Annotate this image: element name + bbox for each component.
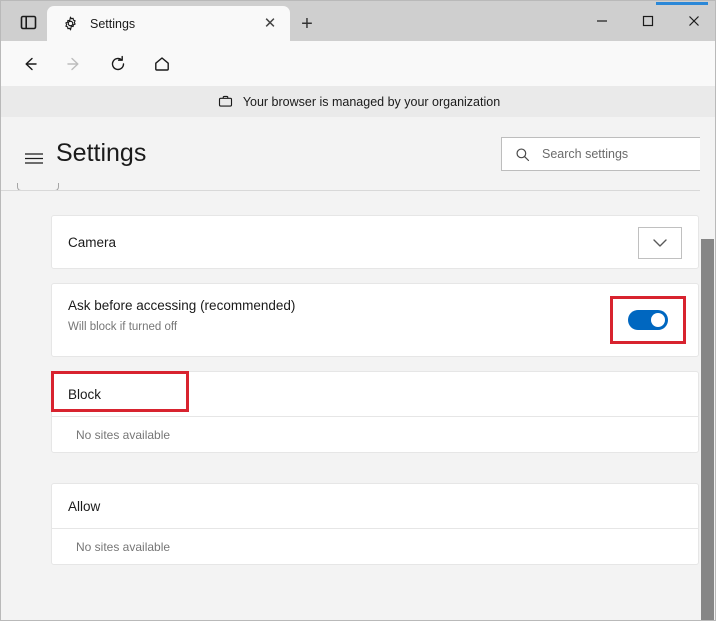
edge-browser-window: Settings ✕ + Your browser is managed by … bbox=[0, 0, 716, 621]
tab-actions-icon[interactable] bbox=[13, 9, 43, 35]
vertical-scrollbar-thumb[interactable] bbox=[701, 239, 714, 620]
block-card: Block No sites available bbox=[51, 371, 699, 453]
title-bar: Settings ✕ + bbox=[1, 1, 715, 41]
briefcase-icon bbox=[218, 94, 234, 110]
settings-content-scroll-area: Camera Ask before accessing (recommended… bbox=[1, 183, 715, 620]
ask-before-accessing-row: Ask before accessing (recommended) Will … bbox=[52, 284, 698, 356]
block-section-header[interactable]: Block bbox=[51, 371, 698, 417]
gear-icon bbox=[61, 15, 79, 33]
camera-label: Camera bbox=[68, 234, 117, 250]
new-tab-button[interactable]: + bbox=[293, 10, 321, 38]
vertical-scrollbar-track[interactable] bbox=[700, 117, 715, 620]
allow-section-body: No sites available bbox=[52, 529, 698, 565]
ask-before-accessing-card: Ask before accessing (recommended) Will … bbox=[51, 283, 699, 357]
allow-label: Allow bbox=[68, 498, 101, 514]
window-controls bbox=[579, 1, 715, 41]
tab-title: Settings bbox=[90, 16, 136, 31]
page-title: Settings bbox=[56, 139, 147, 167]
refresh-icon[interactable] bbox=[103, 49, 133, 79]
ask-before-accessing-toggle[interactable] bbox=[628, 310, 668, 330]
settings-page-header: Settings Search settings bbox=[1, 117, 715, 183]
hamburger-menu-icon[interactable] bbox=[21, 147, 47, 169]
forward-arrow-icon bbox=[59, 49, 89, 79]
toggle-highlight-annotation bbox=[610, 296, 686, 344]
minimize-icon[interactable] bbox=[579, 1, 625, 41]
ask-before-accessing-title: Ask before accessing (recommended) bbox=[68, 298, 296, 313]
allow-card: Allow No sites available bbox=[51, 483, 699, 565]
ask-before-accessing-subtitle: Will block if turned off bbox=[68, 321, 178, 333]
settings-page: Settings Search settings Camera Ask befo… bbox=[1, 117, 715, 620]
search-settings-box[interactable]: Search settings bbox=[501, 137, 703, 171]
content-top-divider bbox=[1, 190, 701, 191]
maximize-icon[interactable] bbox=[625, 1, 671, 41]
close-icon[interactable] bbox=[671, 1, 715, 41]
allow-section-header[interactable]: Allow bbox=[52, 484, 698, 529]
camera-row: Camera bbox=[52, 216, 698, 268]
home-icon[interactable] bbox=[147, 49, 177, 79]
block-label: Block bbox=[68, 386, 102, 402]
toggle-knob bbox=[651, 313, 665, 327]
browser-tab-settings[interactable]: Settings ✕ bbox=[47, 6, 290, 41]
block-section-body: No sites available bbox=[52, 417, 698, 453]
block-empty-text: No sites available bbox=[76, 428, 171, 442]
enterprise-managed-banner: Your browser is managed by your organiza… bbox=[1, 86, 715, 117]
allow-empty-text: No sites available bbox=[76, 540, 171, 554]
enterprise-banner-text: Your browser is managed by your organiza… bbox=[242, 94, 501, 109]
search-input[interactable]: Search settings bbox=[542, 147, 628, 161]
browser-toolbar: Edge edge://settings... bbox=[1, 41, 715, 117]
chevron-down-icon[interactable] bbox=[638, 227, 682, 259]
close-icon[interactable]: ✕ bbox=[258, 12, 282, 36]
search-icon bbox=[514, 146, 530, 162]
camera-card: Camera bbox=[51, 215, 699, 269]
back-arrow-icon[interactable] bbox=[15, 49, 45, 79]
